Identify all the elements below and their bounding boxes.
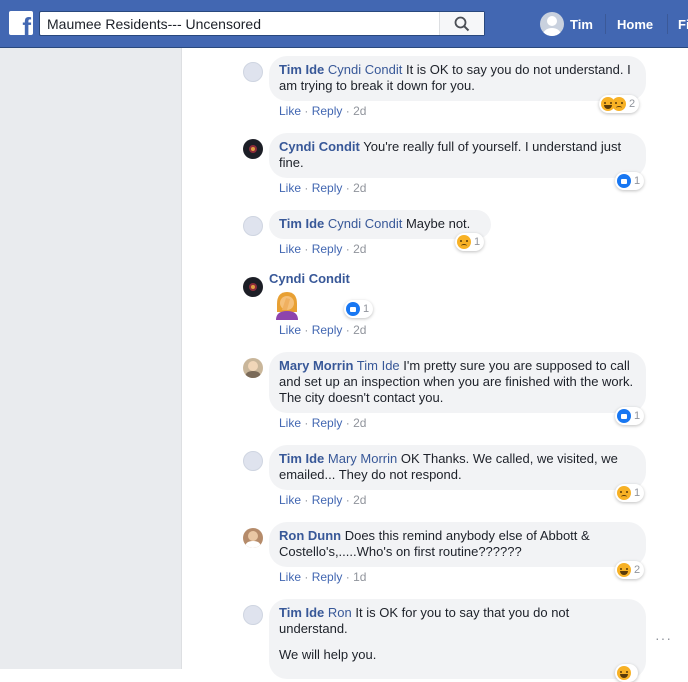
- sad-reaction-icon: [617, 486, 631, 500]
- comment-bubble: Tim Ide Mary Morrin OK Thanks. We called…: [269, 445, 646, 490]
- comment-text: Maybe not.: [402, 216, 471, 231]
- like-link[interactable]: Like: [279, 104, 301, 118]
- comment-actions: Like · Reply · 2d: [279, 242, 367, 256]
- reply-link[interactable]: Reply: [312, 323, 343, 337]
- comment-bubble: Tim Ide Ron It is OK for you to say that…: [269, 599, 646, 679]
- comment-actions: Like · Reply · 2d: [279, 323, 367, 337]
- search-icon: [454, 16, 470, 32]
- avatar[interactable]: [243, 139, 263, 159]
- reaction-summary[interactable]: 2: [615, 561, 645, 579]
- comment-bubble: Cyndi Condit You're really full of yours…: [269, 133, 646, 178]
- search-button[interactable]: [439, 12, 484, 35]
- comment-timestamp[interactable]: 2d: [353, 416, 366, 430]
- comment-text-paragraph: We will help you.: [279, 647, 377, 662]
- like-reaction-icon: [617, 409, 631, 423]
- reaction-summary[interactable]: 1: [615, 484, 645, 502]
- top-navigation-bar: f Maumee Residents--- Uncensored Tim Hom…: [0, 0, 688, 48]
- avatar[interactable]: [243, 605, 263, 625]
- reaction-summary[interactable]: 1: [615, 172, 645, 190]
- reaction-summary[interactable]: 1: [455, 233, 485, 251]
- comment-timestamp[interactable]: 2d: [353, 104, 366, 118]
- haha-reaction-icon: [617, 563, 631, 577]
- nav-divider: [605, 14, 606, 34]
- more-options-icon[interactable]: ···: [655, 630, 672, 646]
- reaction-count: 1: [474, 236, 481, 248]
- comment-timestamp[interactable]: 2d: [353, 493, 366, 507]
- comment-author[interactable]: Tim Ide: [279, 62, 324, 77]
- comment-author[interactable]: Tim Ide: [279, 605, 324, 620]
- like-link[interactable]: Like: [279, 181, 301, 195]
- reaction-count: 2: [634, 564, 641, 576]
- like-link[interactable]: Like: [279, 323, 301, 337]
- like-link[interactable]: Like: [279, 416, 301, 430]
- comment-bubble: Ron Dunn Does this remind anybody else o…: [269, 522, 646, 567]
- haha-reaction-icon: [617, 666, 631, 680]
- search-bar[interactable]: Maumee Residents--- Uncensored: [39, 11, 485, 36]
- comment-mention[interactable]: Tim Ide: [357, 358, 400, 373]
- comment-actions: Like · Reply · 2d: [279, 493, 367, 507]
- reply-link[interactable]: Reply: [312, 181, 343, 195]
- reaction-summary[interactable]: 1: [615, 407, 645, 425]
- comment-author[interactable]: Mary Morrin: [279, 358, 353, 373]
- find-friends-link[interactable]: Fi: [678, 17, 688, 32]
- comment-timestamp[interactable]: 1d: [353, 570, 366, 584]
- avatar[interactable]: [243, 358, 263, 378]
- comment-author[interactable]: Tim Ide: [279, 216, 324, 231]
- avatar[interactable]: [243, 277, 263, 297]
- comment-timestamp[interactable]: 2d: [353, 181, 366, 195]
- home-link[interactable]: Home: [617, 17, 653, 32]
- like-reaction-icon: [346, 302, 360, 316]
- comment-mention[interactable]: Ron: [328, 605, 352, 620]
- comment-timestamp[interactable]: 2d: [353, 323, 366, 337]
- comment-actions: Like · Reply · 2d: [279, 104, 367, 118]
- left-sidebar: [0, 48, 182, 669]
- search-input[interactable]: Maumee Residents--- Uncensored: [47, 16, 261, 32]
- avatar[interactable]: [243, 528, 263, 548]
- comment-bubble: Mary Morrin Tim Ide I'm pretty sure you …: [269, 352, 646, 413]
- comment-mention[interactable]: Mary Morrin: [328, 451, 397, 466]
- profile-avatar-icon: [540, 12, 564, 36]
- like-link[interactable]: Like: [279, 242, 301, 256]
- comment-bubble: Tim Ide Cyndi Condit It is OK to say you…: [269, 56, 646, 101]
- reply-link[interactable]: Reply: [312, 570, 343, 584]
- comment-author[interactable]: Tim Ide: [279, 451, 324, 466]
- reaction-count: 1: [634, 175, 641, 187]
- comment-mention[interactable]: Cyndi Condit: [328, 62, 402, 77]
- comment-actions: Like · Reply · 2d: [279, 416, 367, 430]
- reply-link[interactable]: Reply: [312, 104, 343, 118]
- comment-author[interactable]: Cyndi Condit: [279, 139, 360, 154]
- comment-author[interactable]: Ron Dunn: [279, 528, 341, 543]
- like-link[interactable]: Like: [279, 570, 301, 584]
- reaction-count: 1: [634, 487, 641, 499]
- avatar[interactable]: [243, 62, 263, 82]
- reply-link[interactable]: Reply: [312, 493, 343, 507]
- comment-actions: Like · Reply · 2d: [279, 181, 367, 195]
- sad-reaction-icon: [612, 97, 626, 111]
- like-link[interactable]: Like: [279, 493, 301, 507]
- reaction-count: 1: [363, 303, 370, 315]
- reaction-summary[interactable]: 2: [599, 95, 640, 113]
- profile-name: Tim: [570, 17, 593, 32]
- reply-link[interactable]: Reply: [312, 242, 343, 256]
- reaction-count: 2: [629, 98, 636, 110]
- comment-actions: Like · Reply · 1d: [279, 570, 367, 584]
- reaction-summary[interactable]: 1: [344, 300, 374, 318]
- comment-author[interactable]: Cyndi Condit: [269, 271, 350, 286]
- reaction-count: 1: [634, 410, 641, 422]
- avatar[interactable]: [243, 451, 263, 471]
- nav-divider: [667, 14, 668, 34]
- woman-facepalming-emoji-icon: [276, 292, 298, 320]
- like-reaction-icon: [617, 174, 631, 188]
- comment-timestamp[interactable]: 2d: [353, 242, 366, 256]
- facebook-logo-icon[interactable]: f: [9, 11, 33, 35]
- avatar[interactable]: [243, 216, 263, 236]
- reply-link[interactable]: Reply: [312, 416, 343, 430]
- sad-reaction-icon: [457, 235, 471, 249]
- comment-mention[interactable]: Cyndi Condit: [328, 216, 402, 231]
- reaction-summary[interactable]: [615, 664, 638, 682]
